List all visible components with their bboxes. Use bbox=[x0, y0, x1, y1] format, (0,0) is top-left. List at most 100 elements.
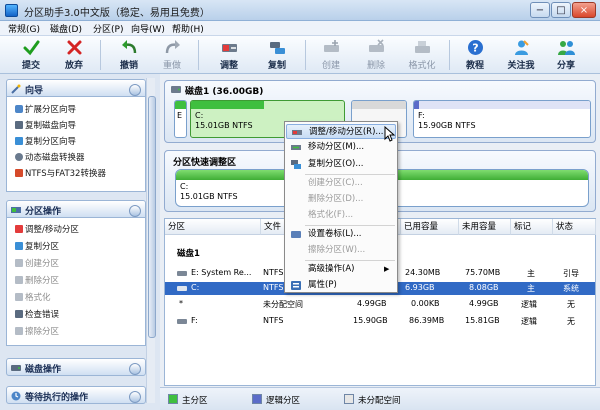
legend-swatch-logical bbox=[252, 394, 262, 404]
copy-partition-button[interactable]: 复制 bbox=[257, 36, 297, 74]
wizard-panel-header[interactable]: 向导 bbox=[6, 79, 146, 97]
sidebar-item-copy-partition-wizard[interactable]: 复制分区向导 bbox=[25, 135, 76, 148]
tutorial-button[interactable]: ? 教程 bbox=[455, 36, 495, 74]
context-item-resize-move[interactable]: 调整/移动分区(R)... bbox=[286, 124, 396, 139]
legend-swatch-unallocated bbox=[344, 394, 354, 404]
context-item-copy[interactable]: 复制分区(O)... bbox=[286, 157, 396, 172]
properties-icon bbox=[291, 281, 301, 290]
resize-button[interactable]: 调整 bbox=[209, 36, 249, 74]
partition-ops-panel-header[interactable]: 分区操作 bbox=[6, 200, 146, 218]
legend-primary: 主分区 bbox=[182, 396, 208, 406]
disk-ops-panel-header[interactable]: 磁盘操作 bbox=[6, 358, 146, 376]
undo-button[interactable]: 撤销 bbox=[109, 36, 149, 74]
context-item-format[interactable]: 格式化(F)... bbox=[286, 208, 396, 223]
check-error-icon bbox=[15, 310, 23, 318]
expand-icon[interactable] bbox=[129, 363, 141, 375]
title-bar: 分区助手3.0中文版（稳定、易用且免费） − □ × bbox=[0, 0, 600, 21]
delete-partition-button[interactable]: 删除 bbox=[356, 36, 396, 74]
menu-help[interactable]: 帮助(H) bbox=[172, 22, 204, 35]
expand-icon[interactable] bbox=[129, 391, 141, 403]
hard-disk-icon bbox=[171, 86, 181, 93]
collapse-icon[interactable] bbox=[129, 205, 141, 217]
wand-icon bbox=[11, 84, 21, 94]
copy-partition-icon bbox=[15, 137, 23, 145]
context-item-advanced[interactable]: 高级操作(A) ▶ bbox=[286, 262, 396, 277]
format-icon bbox=[15, 293, 23, 301]
toolbar-separator bbox=[100, 40, 101, 70]
menu-disk[interactable]: 磁盘(D) bbox=[50, 22, 82, 35]
close-button[interactable]: × bbox=[572, 2, 596, 18]
sidebar-item-wipe-partition[interactable]: 擦除分区 bbox=[25, 325, 59, 338]
maximize-button[interactable]: □ bbox=[551, 2, 571, 18]
context-item-delete[interactable]: 删除分区(D)... bbox=[286, 192, 396, 207]
app-icon bbox=[5, 4, 18, 17]
move-icon bbox=[291, 145, 301, 150]
delete-partition-icon bbox=[369, 39, 384, 52]
partition-segment-f[interactable]: F: 15.90GB NTFS bbox=[413, 100, 591, 138]
toolbar-separator bbox=[449, 40, 450, 70]
sidebar-item-dynamic-disk-converter[interactable]: 动态磁盘转换器 bbox=[25, 151, 85, 164]
context-menu: 调整/移动分区(R)... 移动分区(M)... 复制分区(O)... 创建分区… bbox=[284, 121, 398, 293]
column-header-used[interactable]: 已用容量 bbox=[401, 219, 459, 235]
sidebar-item-create-partition[interactable]: 创建分区 bbox=[25, 257, 59, 270]
sidebar-item-ntfs-fat32-converter[interactable]: NTFS与FAT32转换器 bbox=[25, 167, 106, 180]
submenu-arrow-icon: ▶ bbox=[384, 265, 390, 273]
copy-partition-icon bbox=[270, 42, 285, 54]
share-icon bbox=[558, 41, 575, 55]
sidebar-item-copy-partition[interactable]: 复制分区 bbox=[25, 240, 59, 253]
context-item-properties[interactable]: 属性(P) bbox=[286, 278, 396, 293]
wipe-icon bbox=[15, 327, 23, 335]
extend-partition-icon bbox=[15, 105, 23, 113]
create-icon bbox=[15, 259, 23, 267]
redo-icon bbox=[165, 40, 180, 54]
quick-resize-title: 分区快速调整区 bbox=[173, 158, 237, 168]
menu-general[interactable]: 常规(G) bbox=[8, 22, 40, 35]
partition-ops-icon bbox=[11, 207, 21, 213]
mouse-cursor-icon bbox=[384, 126, 396, 142]
sidebar-item-resize-move[interactable]: 调整/移动分区 bbox=[25, 223, 79, 236]
sidebar-item-format[interactable]: 格式化 bbox=[25, 291, 51, 304]
table-row[interactable]: * 未分配空间 4.99GB 0.00KB 4.99GB 逻辑 无 bbox=[165, 298, 595, 311]
redo-button[interactable]: 重做 bbox=[152, 36, 192, 74]
x-icon bbox=[67, 40, 82, 55]
partition-segment-e[interactable]: E bbox=[174, 100, 187, 138]
resize-partition-icon bbox=[222, 44, 237, 52]
column-header-unused[interactable]: 未用容量 bbox=[459, 219, 511, 235]
follow-icon bbox=[515, 40, 529, 55]
context-item-wipe[interactable]: 擦除分区(W)... bbox=[286, 243, 396, 258]
sidebar-scrollbar[interactable] bbox=[146, 78, 156, 403]
sidebar-item-delete-partition[interactable]: 删除分区 bbox=[25, 274, 59, 287]
table-row[interactable]: F: NTFS 15.90GB 86.39MB 15.81GB 逻辑 无 bbox=[165, 315, 595, 328]
legend-unallocated: 未分配空间 bbox=[358, 396, 401, 406]
scrollbar-thumb[interactable] bbox=[148, 96, 156, 338]
sidebar-item-extend-wizard[interactable]: 扩展分区向导 bbox=[25, 103, 76, 116]
label-icon bbox=[291, 231, 301, 238]
partition-ops-panel: 调整/移动分区 复制分区 创建分区 删除分区 格式化 检查错误 擦除分区 bbox=[6, 218, 146, 346]
pending-icon bbox=[11, 391, 21, 401]
resize-icon bbox=[292, 130, 302, 135]
create-partition-button[interactable]: 创建 bbox=[311, 36, 351, 74]
column-header-flag[interactable]: 标记 bbox=[511, 219, 553, 235]
context-item-move[interactable]: 移动分区(M)... bbox=[286, 140, 396, 155]
context-item-create[interactable]: 创建分区(C)... bbox=[286, 176, 396, 191]
minimize-button[interactable]: − bbox=[530, 2, 550, 18]
context-item-set-label[interactable]: 设置卷标(L)... bbox=[286, 227, 396, 242]
menu-wizard[interactable]: 向导(W) bbox=[131, 22, 165, 35]
disk-label: 磁盘1 (36.00GB) bbox=[185, 87, 264, 97]
menu-partition[interactable]: 分区(P) bbox=[93, 22, 123, 35]
column-header-status[interactable]: 状态 bbox=[553, 219, 596, 235]
create-partition-icon bbox=[324, 40, 339, 52]
sidebar-item-copy-disk-wizard[interactable]: 复制磁盘向导 bbox=[25, 119, 76, 132]
collapse-icon[interactable] bbox=[129, 84, 141, 96]
share-button[interactable]: 分享 bbox=[546, 36, 586, 74]
sidebar-item-check-errors[interactable]: 检查错误 bbox=[25, 308, 59, 321]
format-button[interactable]: 格式化 bbox=[402, 36, 442, 74]
discard-button[interactable]: 放弃 bbox=[54, 36, 94, 74]
column-header-partition[interactable]: 分区 bbox=[165, 219, 261, 235]
submit-button[interactable]: 提交 bbox=[11, 36, 51, 74]
legend-bar: 主分区 逻辑分区 未分配空间 bbox=[160, 387, 600, 410]
pending-ops-panel-header[interactable]: 等待执行的操作 bbox=[6, 386, 146, 404]
drive-icon bbox=[177, 271, 187, 276]
follow-button[interactable]: 关注我 bbox=[501, 36, 541, 74]
copy-disk-icon bbox=[15, 121, 23, 129]
